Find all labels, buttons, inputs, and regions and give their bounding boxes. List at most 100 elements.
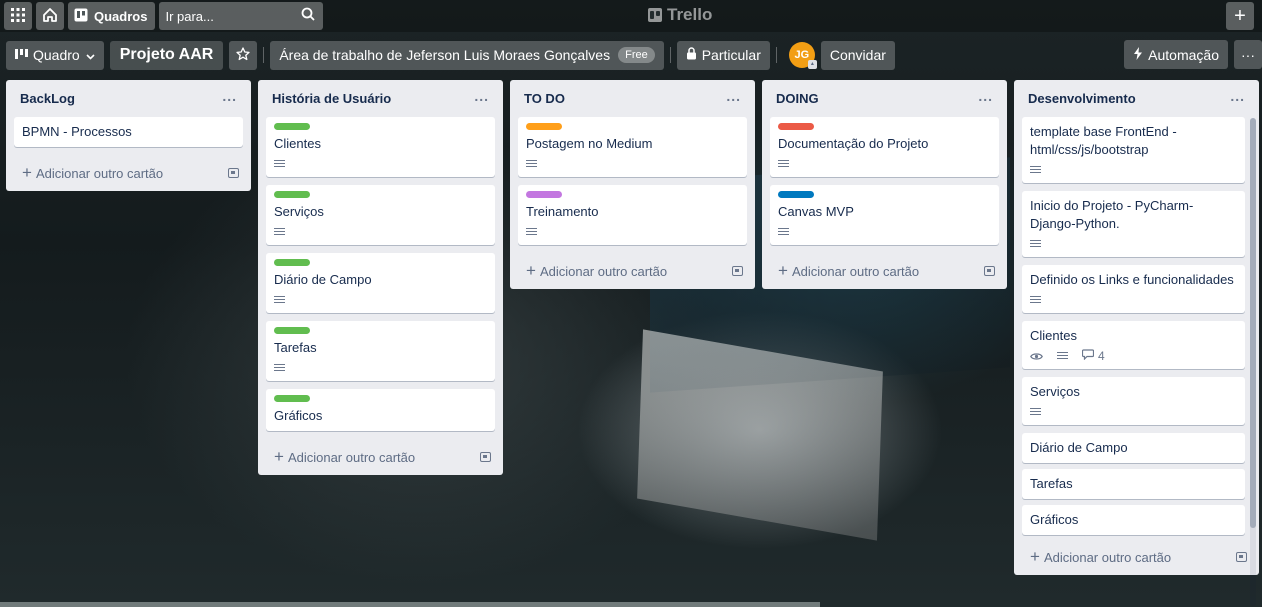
list-menu-icon[interactable]: ... xyxy=(726,88,741,104)
add-card-button[interactable]: + Adicionar outro cartão xyxy=(14,155,243,191)
card-title: Gráficos xyxy=(1030,512,1079,527)
add-card-button[interactable]: + Adicionar outro cartão xyxy=(518,253,747,289)
apps-button[interactable] xyxy=(4,2,32,30)
add-card-button[interactable]: + Adicionar outro cartão xyxy=(1022,539,1251,575)
automation-button[interactable]: Automação xyxy=(1124,40,1228,69)
watching-eye-icon xyxy=(1030,352,1043,361)
card[interactable]: Diário de Campo xyxy=(266,253,495,313)
horizontal-scrollbar[interactable] xyxy=(0,602,820,607)
card-label[interactable] xyxy=(274,327,310,334)
description-icon xyxy=(274,159,285,169)
card-label[interactable] xyxy=(274,123,310,130)
add-card-label: Adicionar outro cartão xyxy=(287,450,416,465)
card-title: BPMN - Processos xyxy=(22,124,132,139)
card[interactable]: Treinamento xyxy=(518,185,747,245)
workspace-button[interactable]: Área de trabalho de Jeferson Luis Moraes… xyxy=(270,40,664,70)
card[interactable]: BPMN - Processos xyxy=(14,117,243,147)
invite-button[interactable]: Convidar xyxy=(820,40,895,70)
card-title: Documentação do Projeto xyxy=(778,136,929,151)
description-icon xyxy=(274,363,285,373)
card-label[interactable] xyxy=(526,123,562,130)
card-label[interactable] xyxy=(778,191,814,198)
card-title: Tarefas xyxy=(274,340,317,355)
plus-icon: + xyxy=(274,447,284,466)
card[interactable]: Gráficos xyxy=(266,389,495,431)
list-title[interactable]: TO DO xyxy=(524,91,565,106)
add-card-button[interactable]: + Adicionar outro cartão xyxy=(266,439,495,475)
card-label[interactable] xyxy=(274,259,310,266)
card-template-icon[interactable] xyxy=(228,168,239,178)
card-label[interactable] xyxy=(274,191,310,198)
card[interactable]: Gráficos xyxy=(1022,505,1245,535)
card[interactable]: Tarefas xyxy=(266,321,495,381)
card[interactable]: Serviços xyxy=(266,185,495,245)
search-input[interactable] xyxy=(165,8,296,24)
board-view-switcher[interactable]: Quadro xyxy=(6,40,104,70)
card[interactable]: Clientes xyxy=(266,117,495,177)
card-label[interactable] xyxy=(526,191,562,198)
card[interactable]: Canvas MVP xyxy=(770,185,999,245)
card-template-icon[interactable] xyxy=(984,266,995,276)
show-menu-button[interactable]: ··· xyxy=(1234,40,1262,69)
home-icon xyxy=(42,7,58,26)
home-button[interactable] xyxy=(36,2,64,30)
list-header[interactable]: Desenvolvimento ... xyxy=(1022,80,1251,117)
list-header[interactable]: DOING ... xyxy=(770,80,999,117)
card-title: Definido os Links e funcionalidades xyxy=(1030,272,1234,287)
search-icon[interactable] xyxy=(301,7,316,24)
board-view-icon xyxy=(15,48,28,62)
comment-count: 4 xyxy=(1098,349,1105,363)
description-icon xyxy=(526,227,537,237)
card-title: template base FrontEnd - html/css/js/boo… xyxy=(1030,124,1177,157)
list-header[interactable]: BackLog ... xyxy=(14,80,243,117)
board-title[interactable]: Projeto AAR xyxy=(109,40,224,70)
star-button[interactable] xyxy=(229,40,258,70)
list-header[interactable]: História de Usuário ... xyxy=(266,80,495,117)
card[interactable]: Definido os Links e funcionalidades xyxy=(1022,265,1245,313)
card[interactable]: Tarefas xyxy=(1022,469,1245,499)
card[interactable]: Documentação do Projeto xyxy=(770,117,999,177)
list-historia-de-usuario: História de Usuário ... Clientes Serviço… xyxy=(258,80,503,475)
create-button[interactable]: + xyxy=(1226,2,1254,30)
card-template-icon[interactable] xyxy=(732,266,743,276)
list-menu-icon[interactable]: ... xyxy=(474,88,489,104)
list-scrollbar[interactable] xyxy=(1250,118,1256,606)
list-scrollbar-thumb[interactable] xyxy=(1250,118,1256,528)
list-doing: DOING ... Documentação do Projeto Canvas… xyxy=(762,80,1007,289)
card[interactable]: Diário de Campo xyxy=(1022,433,1245,463)
card[interactable]: Clientes 4 xyxy=(1022,321,1245,369)
description-icon xyxy=(274,295,285,305)
list-menu-icon[interactable]: ... xyxy=(1230,88,1245,104)
list-title[interactable]: BackLog xyxy=(20,91,75,106)
list-title[interactable]: Desenvolvimento xyxy=(1028,91,1136,106)
card-template-icon[interactable] xyxy=(1236,552,1247,562)
search-box[interactable] xyxy=(159,2,324,30)
plus-icon: + xyxy=(22,163,32,182)
card-template-icon[interactable] xyxy=(480,452,491,462)
list-header[interactable]: TO DO ... xyxy=(518,80,747,117)
boards-button[interactable]: Quadros xyxy=(68,2,156,30)
add-card-label: Adicionar outro cartão xyxy=(539,264,668,279)
add-card-button[interactable]: + Adicionar outro cartão xyxy=(770,253,999,289)
card[interactable]: Inicio do Projeto - PyCharm-Django-Pytho… xyxy=(1022,191,1245,257)
list-to-do: TO DO ... Postagem no Medium Treinamento… xyxy=(510,80,755,289)
board-header: Quadro Projeto AAR Área de trabalho de J… xyxy=(0,40,1262,70)
admin-badge-icon: ▴ xyxy=(807,60,817,69)
list-title[interactable]: DOING xyxy=(776,91,819,106)
card[interactable]: template base FrontEnd - html/css/js/boo… xyxy=(1022,117,1245,183)
list-menu-icon[interactable]: ... xyxy=(978,88,993,104)
description-icon xyxy=(778,227,789,237)
list-menu-icon[interactable]: ... xyxy=(222,88,237,104)
card-label[interactable] xyxy=(778,123,814,130)
trello-logo[interactable]: Trello xyxy=(648,5,712,25)
add-card-label: Adicionar outro cartão xyxy=(791,264,920,279)
card[interactable]: Serviços xyxy=(1022,377,1245,425)
card-title: Postagem no Medium xyxy=(526,136,653,151)
visibility-label: Particular xyxy=(701,47,761,63)
card-title: Serviços xyxy=(274,204,324,219)
list-title[interactable]: História de Usuário xyxy=(272,91,391,106)
visibility-button[interactable]: Particular xyxy=(676,40,770,70)
card[interactable]: Postagem no Medium xyxy=(518,117,747,177)
card-label[interactable] xyxy=(274,395,310,402)
avatar[interactable]: JG ▴ xyxy=(788,42,817,69)
